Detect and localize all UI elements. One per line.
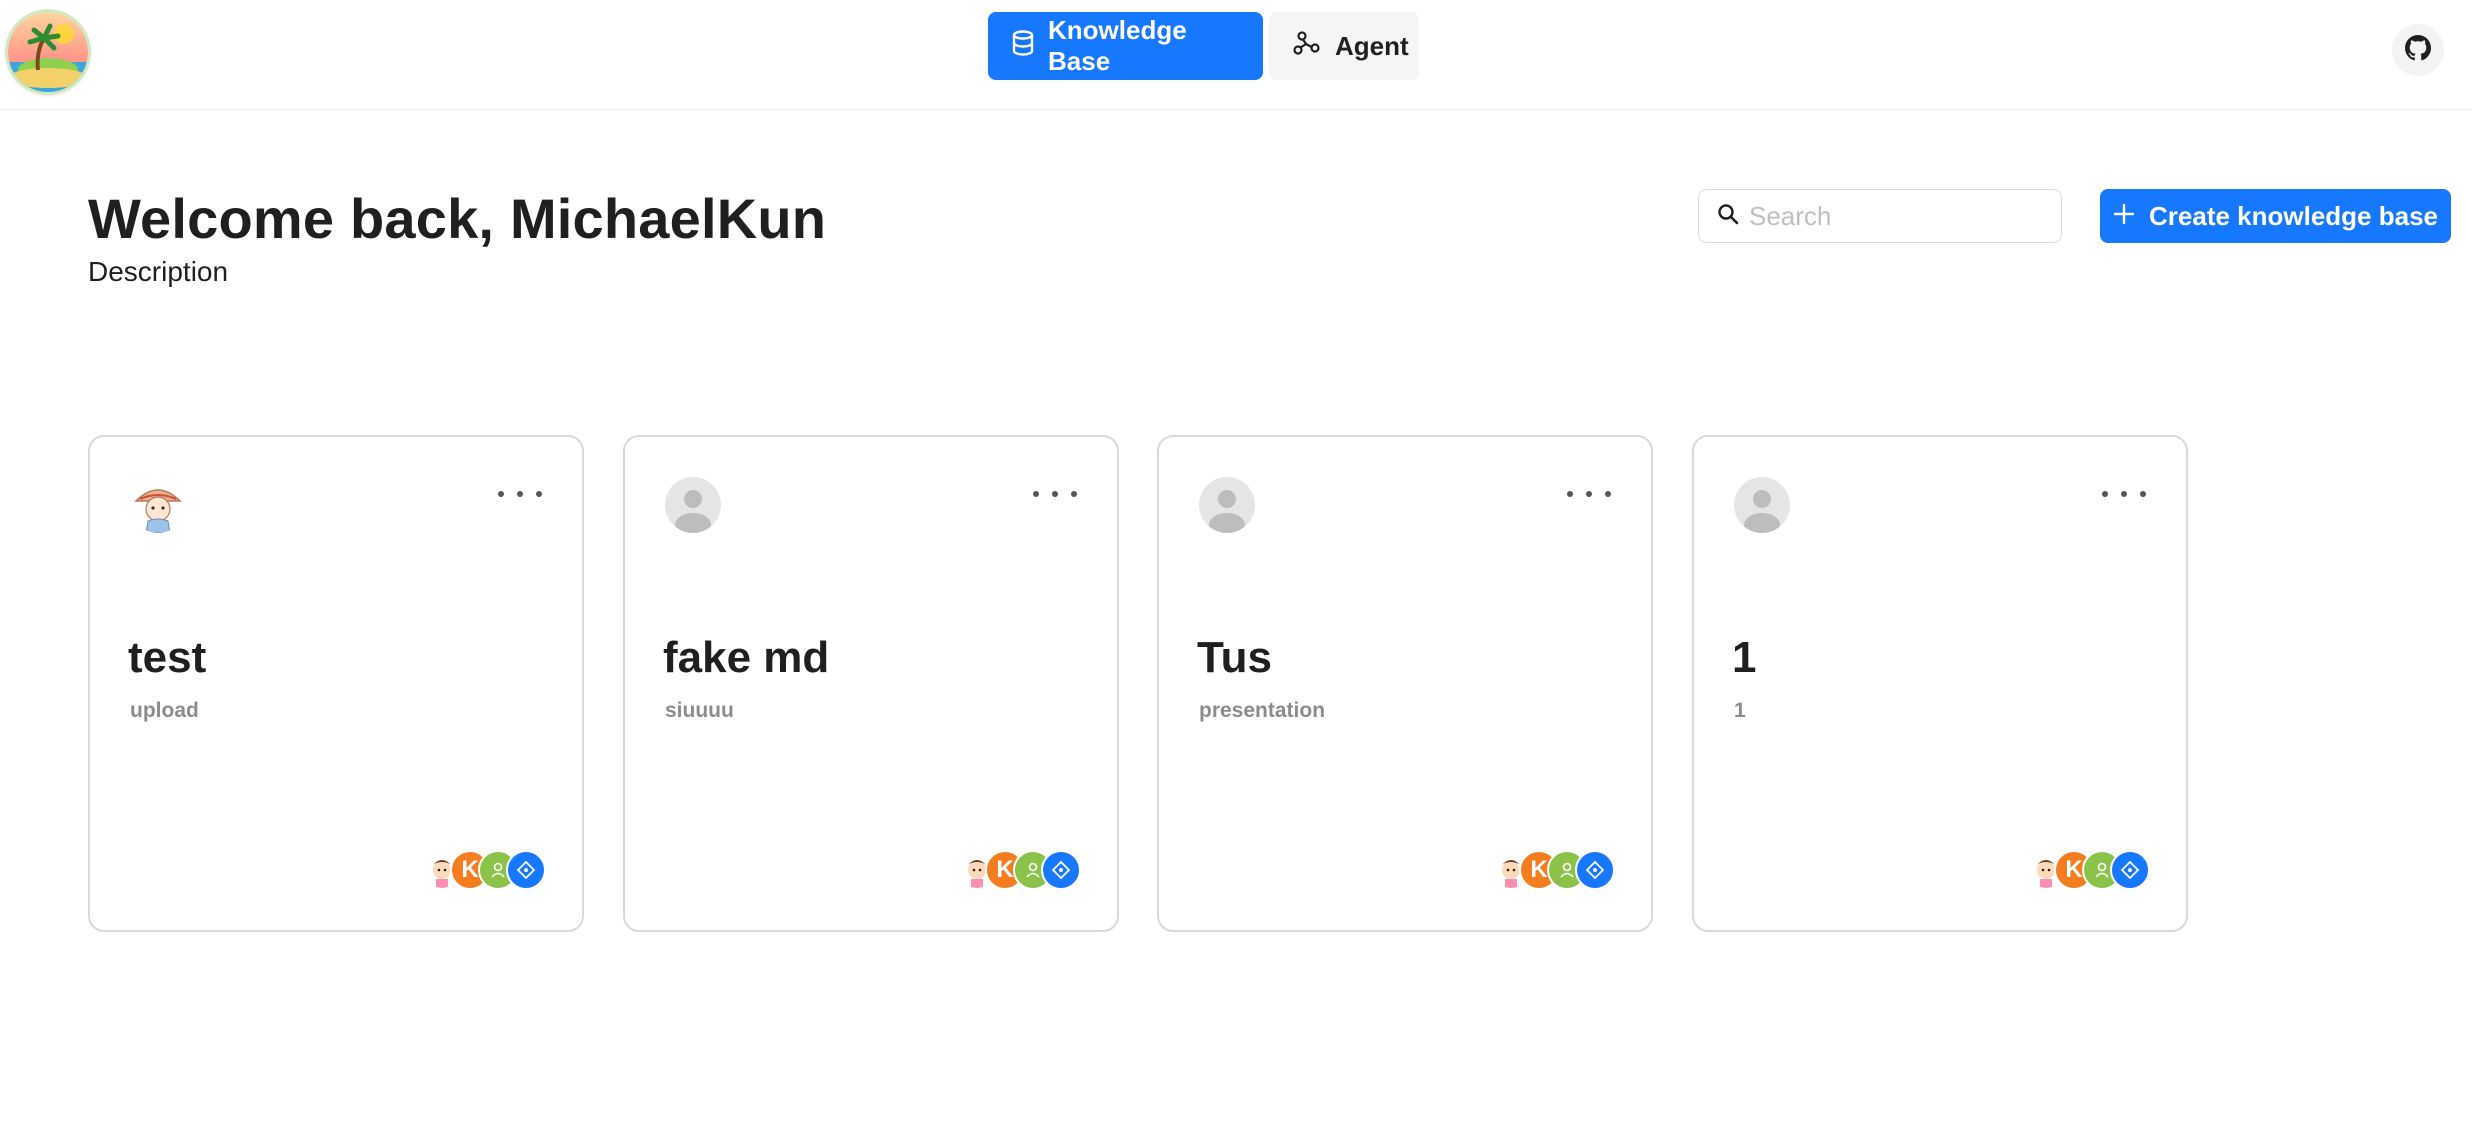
knowledge-card[interactable]: Tus presentation K xyxy=(1157,435,1653,932)
tab-knowledge-base[interactable]: Knowledge Base xyxy=(988,12,1263,80)
diamond-badge-icon xyxy=(506,850,546,890)
tool-badges: K xyxy=(422,850,552,890)
database-icon xyxy=(1012,29,1034,63)
card-title: test xyxy=(128,633,207,682)
default-avatar xyxy=(665,477,721,533)
more-options-button[interactable] xyxy=(498,487,542,501)
tab-agent-label: Agent xyxy=(1335,30,1409,61)
more-options-button[interactable] xyxy=(2102,487,2146,501)
tool-badges: K xyxy=(2026,850,2156,890)
tab-knowledge-base-label: Knowledge Base xyxy=(1048,15,1187,76)
card-title: fake md xyxy=(663,633,830,682)
tool-badges: K xyxy=(957,850,1087,890)
github-icon xyxy=(2405,34,2431,66)
more-options-button[interactable] xyxy=(1567,487,1611,501)
card-subtitle: siuuuu xyxy=(665,699,734,722)
more-options-button[interactable] xyxy=(1033,487,1077,501)
card-subtitle: presentation xyxy=(1199,699,1326,722)
knowledge-card[interactable]: fake md siuuuu K xyxy=(623,435,1119,932)
page-title: Welcome back, MichaelKun xyxy=(88,187,827,250)
card-subtitle: 1 xyxy=(1734,699,1746,722)
graph-icon xyxy=(1293,29,1321,64)
main-nav: Knowledge Base Agent xyxy=(988,12,1419,80)
diamond-badge-icon xyxy=(1041,850,1081,890)
card-title: 1 xyxy=(1732,633,1757,682)
create-knowledge-base-label: Create knowledge base xyxy=(2149,200,2438,231)
default-avatar xyxy=(1199,477,1255,533)
card-title: Tus xyxy=(1197,633,1272,682)
app-logo[interactable] xyxy=(8,12,88,92)
diamond-badge-icon xyxy=(1575,850,1615,890)
create-knowledge-base-button[interactable]: Create knowledge base xyxy=(2100,189,2451,243)
knowledge-card[interactable]: test upload K xyxy=(88,435,584,932)
default-avatar xyxy=(1734,477,1790,533)
search-box[interactable] xyxy=(1698,189,2062,243)
plus-icon xyxy=(2113,201,2135,232)
card-subtitle: upload xyxy=(130,699,199,722)
github-button[interactable] xyxy=(2392,24,2444,76)
tool-badges: K xyxy=(1491,850,1621,890)
diamond-badge-icon xyxy=(2110,850,2150,890)
top-header: Knowledge Base Agent xyxy=(0,0,2472,110)
knowledge-card[interactable]: 1 1 K xyxy=(1692,435,2188,932)
page-description: Description xyxy=(88,256,229,287)
search-input[interactable] xyxy=(1749,200,2039,232)
tab-agent[interactable]: Agent xyxy=(1269,12,1419,80)
search-icon xyxy=(1717,203,1739,230)
girl-avatar xyxy=(130,477,186,533)
